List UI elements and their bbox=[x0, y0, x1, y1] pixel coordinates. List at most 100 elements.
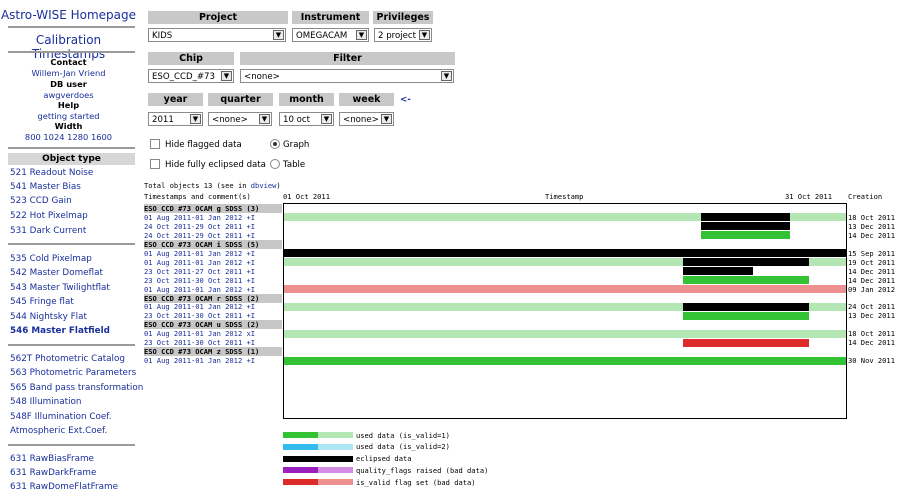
legend-swatch bbox=[283, 455, 318, 462]
table-label: Table bbox=[283, 160, 306, 170]
getting-started-link[interactable]: getting started bbox=[0, 111, 137, 122]
hide-eclipsed-checkbox[interactable] bbox=[150, 159, 160, 169]
object-type-link[interactable]: 523 CCD Gain bbox=[10, 196, 72, 207]
object-type-link[interactable]: 631 RawDomeFlatFrame bbox=[10, 482, 118, 493]
creation-date: 13 Dec 2011 bbox=[848, 221, 895, 231]
creation-date: 13 Dec 2011 bbox=[848, 311, 895, 321]
project-select[interactable]: KIDS ▼ bbox=[148, 28, 286, 42]
object-type-link-active[interactable]: 546 Master Flatfield bbox=[10, 326, 110, 337]
graph-label: Graph bbox=[283, 140, 310, 150]
month-header: month bbox=[279, 93, 334, 106]
timestamp-row-label[interactable]: 24 Oct 2011-29 Oct 2011 +I bbox=[144, 231, 282, 240]
timestamp-row-label[interactable]: 01 Aug 2011-01 Jan 2012 +I bbox=[144, 249, 282, 258]
dbuser-link[interactable]: awgverdoes bbox=[0, 90, 137, 101]
object-type-link[interactable]: 544 Nightsky Flat bbox=[10, 312, 87, 323]
timestamp-block[interactable] bbox=[683, 302, 810, 311]
chevron-down-icon: ▼ bbox=[321, 114, 332, 124]
chevron-down-icon: ▼ bbox=[190, 114, 201, 124]
object-type-link[interactable]: 565 Band pass transformation bbox=[10, 383, 143, 394]
creation-date: 14 Dec 2011 bbox=[848, 275, 895, 285]
timestamp-row-label[interactable]: 01 Aug 2011-01 Jan 2012 +I bbox=[144, 302, 282, 311]
object-type-link[interactable]: 535 Cold Pixelmap bbox=[10, 254, 92, 265]
timestamp-block[interactable] bbox=[701, 213, 790, 222]
chevron-down-icon: ▼ bbox=[419, 30, 430, 40]
timestamp-block[interactable] bbox=[683, 258, 810, 267]
week-select[interactable]: <none> ▼ bbox=[339, 112, 394, 126]
chip-header: Chip bbox=[148, 52, 234, 65]
hide-eclipsed-label: Hide fully eclipsed data bbox=[165, 160, 266, 170]
timestamp-row-label[interactable]: 24 Oct 2011-29 Oct 2011 +I bbox=[144, 222, 282, 231]
divider bbox=[8, 344, 135, 346]
timestamp-row-label[interactable]: 01 Aug 2011-01 Jan 2012 +I bbox=[144, 285, 282, 294]
timestamp-block[interactable] bbox=[701, 222, 790, 231]
chevron-down-icon: ▼ bbox=[273, 30, 284, 40]
creation-date: 18 Oct 2011 bbox=[848, 329, 895, 339]
object-type-link[interactable]: 521 Readout Noise bbox=[10, 168, 93, 179]
chip-select[interactable]: ESO_CCD_#73 ▼ bbox=[148, 69, 234, 83]
legend-swatch bbox=[318, 467, 353, 474]
instrument-select[interactable]: OMEGACAM ▼ bbox=[292, 28, 369, 42]
creation-date: 18 Oct 2011 bbox=[848, 212, 895, 222]
width-1600-link[interactable]: 1600 bbox=[91, 132, 112, 142]
hide-flagged-label: Hide flagged data bbox=[165, 140, 242, 150]
object-type-link[interactable]: 545 Fringe flat bbox=[10, 297, 74, 308]
quarter-select[interactable]: <none> ▼ bbox=[208, 112, 272, 126]
filter-select[interactable]: <none> ▼ bbox=[240, 69, 454, 83]
creation-date: 30 Nov 2011 bbox=[848, 356, 895, 366]
object-type-link[interactable]: 548F Illumination Coef. bbox=[10, 412, 112, 423]
object-type-link[interactable]: Atmospheric Ext.Coef. bbox=[10, 426, 107, 437]
timestamps-header: Timestamps and comment(s) bbox=[144, 192, 251, 201]
validity-bar[interactable] bbox=[284, 329, 846, 338]
object-type-link[interactable]: 563 Photometric Parameters bbox=[10, 368, 136, 379]
validity-bar[interactable] bbox=[284, 356, 846, 365]
legend-swatch bbox=[318, 455, 353, 462]
help-heading: Help bbox=[57, 100, 80, 110]
privileges-header: Privileges bbox=[373, 11, 433, 24]
timestamp-row-label[interactable]: 23 Oct 2011-27 Oct 2011 +I bbox=[144, 267, 282, 276]
object-type-link[interactable]: 531 Dark Current bbox=[10, 226, 86, 237]
object-type-link[interactable]: 522 Hot Pixelmap bbox=[10, 211, 88, 222]
creation-date: 14 Dec 2011 bbox=[848, 338, 895, 348]
object-type-link[interactable]: 543 Master Twilightflat bbox=[10, 283, 110, 294]
table-radio[interactable] bbox=[270, 159, 280, 169]
object-type-link[interactable]: 541 Master Bias bbox=[10, 182, 81, 193]
timestamp-block[interactable] bbox=[683, 311, 810, 320]
divider bbox=[8, 147, 135, 149]
timestamp-row-label[interactable]: 01 Aug 2011-01 Jan 2012 +I bbox=[144, 356, 282, 365]
group-label: ESO CCD #73 OCAM u SDSS (2) bbox=[144, 320, 282, 330]
privileges-select[interactable]: 2 project ▼ bbox=[374, 28, 432, 42]
width-1280-link[interactable]: 1280 bbox=[67, 132, 88, 142]
homepage-link[interactable]: Astro-WISE Homepage bbox=[0, 8, 137, 22]
year-select[interactable]: 2011 ▼ bbox=[148, 112, 203, 126]
chevron-down-icon: ▼ bbox=[221, 71, 232, 81]
timestamp-row-label[interactable]: 23 Oct 2011-30 Oct 2011 +I bbox=[144, 338, 282, 347]
timestamp-row-label[interactable]: 01 Aug 2011-01 Jan 2012 xI bbox=[144, 329, 282, 338]
legend-label: used data (is_valid=2) bbox=[356, 442, 450, 452]
contact-link[interactable]: Willem-Jan Vriend bbox=[0, 68, 137, 79]
timestamp-block[interactable] bbox=[683, 338, 810, 347]
legend-label: quality_flags raised (bad data) bbox=[356, 465, 489, 475]
dbview-link[interactable]: dbview bbox=[251, 181, 277, 190]
object-type-link[interactable]: 542 Master Domeflat bbox=[10, 268, 103, 279]
timestamp-block[interactable] bbox=[683, 267, 754, 276]
validity-bar[interactable] bbox=[284, 285, 846, 294]
timestamp-row-label[interactable]: 01 Aug 2011-01 Jan 2012 +I bbox=[144, 258, 282, 267]
object-type-link[interactable]: 631 RawDarkFrame bbox=[10, 468, 96, 479]
back-arrow-link[interactable]: <- bbox=[400, 95, 411, 105]
month-select[interactable]: 10 oct ▼ bbox=[279, 112, 334, 126]
width-1024-link[interactable]: 1024 bbox=[43, 132, 64, 142]
timestamp-block[interactable] bbox=[701, 231, 790, 240]
dbuser-heading: DB user bbox=[50, 79, 87, 89]
object-type-link[interactable]: 548 Illumination bbox=[10, 397, 81, 408]
width-800-link[interactable]: 800 bbox=[25, 132, 41, 142]
hide-flagged-checkbox[interactable] bbox=[150, 139, 160, 149]
object-type-link[interactable]: 631 RawBiasFrame bbox=[10, 454, 94, 465]
timestamp-row-label[interactable]: 23 Oct 2011-30 Oct 2011 +I bbox=[144, 311, 282, 320]
group-label: ESO CCD #73 OCAM r SDSS (2) bbox=[144, 293, 282, 303]
graph-radio[interactable] bbox=[270, 139, 280, 149]
object-type-link[interactable]: 562T Photometric Catalog bbox=[10, 354, 125, 365]
timestamp-row-label[interactable]: 01 Aug 2011-01 Jan 2012 +I bbox=[144, 213, 282, 222]
validity-bar[interactable] bbox=[284, 249, 846, 258]
timestamp-row-label[interactable]: 23 Oct 2011-30 Oct 2011 +I bbox=[144, 276, 282, 285]
timestamp-block[interactable] bbox=[683, 276, 810, 285]
